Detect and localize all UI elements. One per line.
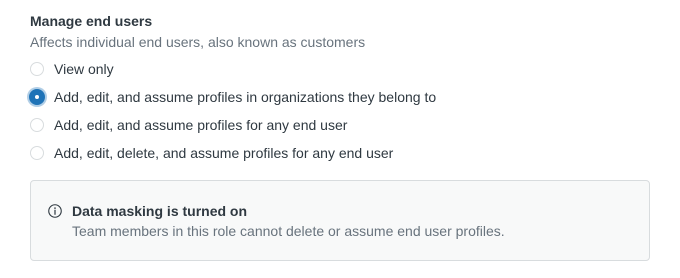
notice-body: Team members in this role cannot delete … (72, 223, 505, 239)
notice-title: Data masking is turned on (72, 203, 248, 219)
radio-button-selected[interactable] (29, 89, 45, 105)
info-icon (48, 204, 62, 218)
radio-button[interactable] (30, 118, 44, 132)
radio-label[interactable]: Add, edit, delete, and assume profiles f… (54, 143, 393, 163)
section-title: Manage end users (30, 13, 153, 29)
data-masking-notice: Data masking is turned on Team members i… (30, 180, 650, 261)
radio-option-any-end-user[interactable]: Add, edit, and assume profiles for any e… (30, 115, 347, 135)
radio-label[interactable]: Add, edit, and assume profiles for any e… (54, 115, 347, 135)
radio-button[interactable] (30, 62, 44, 76)
radio-option-view-only[interactable]: View only (30, 59, 114, 79)
radio-label[interactable]: View only (54, 59, 114, 79)
section-hint: Affects individual end users, also known… (30, 34, 366, 50)
radio-label[interactable]: Add, edit, and assume profiles in organi… (54, 87, 436, 107)
radio-button[interactable] (30, 146, 44, 160)
radio-option-organizations[interactable]: Add, edit, and assume profiles in organi… (29, 87, 436, 107)
radio-option-delete-any-end-user[interactable]: Add, edit, delete, and assume profiles f… (30, 143, 393, 163)
